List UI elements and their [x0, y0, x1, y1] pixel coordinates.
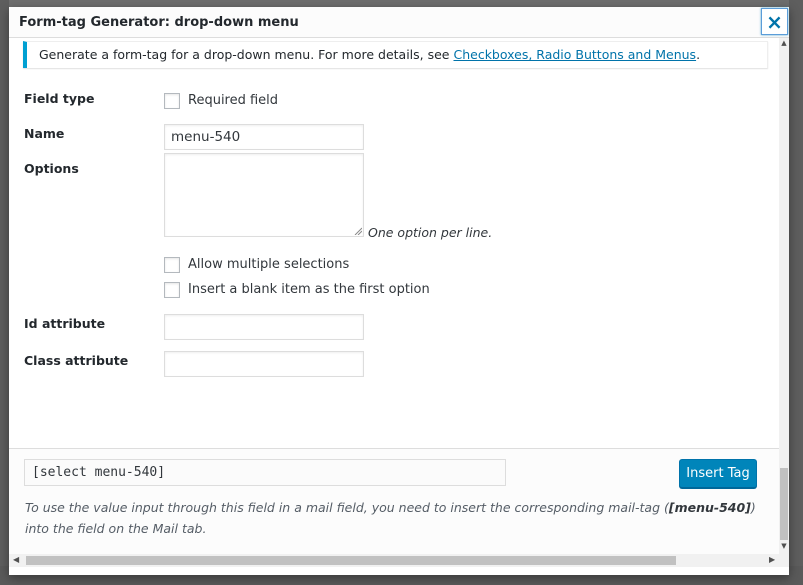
horizontal-scrollbar[interactable]: ◀ ▶: [9, 554, 789, 567]
dialog-footer: [select menu-540] Insert Tag To use the …: [9, 448, 779, 555]
allow-multiple-checkbox[interactable]: [164, 257, 180, 273]
scroll-right-arrow-icon[interactable]: ▶: [769, 555, 775, 564]
close-icon[interactable]: ×: [766, 10, 783, 34]
class-attribute-input[interactable]: [164, 351, 364, 377]
name-label: Name: [24, 126, 65, 141]
notice-text: Generate a form-tag for a drop-down menu…: [39, 47, 454, 62]
scroll-left-arrow-icon[interactable]: ◀: [13, 555, 19, 564]
required-field-label[interactable]: Required field: [188, 93, 278, 108]
options-textarea[interactable]: [164, 153, 364, 237]
notice-link[interactable]: Checkboxes, Radio Buttons and Menus: [453, 47, 696, 62]
dialog-title: Form-tag Generator: drop-down menu: [19, 15, 299, 30]
note-text-before: To use the value input through this fiel…: [25, 500, 669, 515]
insert-blank-item-checkbox[interactable]: [164, 282, 180, 298]
vertical-scrollbar[interactable]: ▲ ▼: [779, 38, 789, 554]
note-mail-tag: [menu-540]: [668, 500, 751, 515]
class-attribute-label: Class attribute: [24, 353, 129, 368]
required-field-checkbox[interactable]: [164, 93, 180, 109]
id-attribute-label: Id attribute: [24, 316, 106, 331]
scroll-down-arrow-icon[interactable]: ▼: [779, 542, 789, 550]
insert-blank-item-label[interactable]: Insert a blank item as the first option: [188, 282, 430, 297]
name-input[interactable]: menu-540: [164, 124, 364, 150]
dialog-content: Generate a form-tag for a drop-down menu…: [9, 38, 779, 448]
vertical-scrollbar-thumb[interactable]: [780, 468, 788, 540]
horizontal-scrollbar-thumb[interactable]: [26, 556, 676, 565]
allow-multiple-label[interactable]: Allow multiple selections: [188, 257, 349, 272]
options-label: Options: [24, 161, 79, 176]
dialog-titlebar: Form-tag Generator: drop-down menu ×: [9, 7, 789, 38]
form-tag-generator-dialog: Form-tag Generator: drop-down menu × Gen…: [9, 7, 789, 575]
generated-tag-field[interactable]: [select menu-540]: [24, 459, 506, 486]
background-page-left: [0, 0, 9, 585]
options-hint: One option per line.: [368, 225, 493, 240]
field-type-label: Field type: [24, 91, 95, 106]
background-page-right: [789, 0, 803, 585]
info-notice: Generate a form-tag for a drop-down menu…: [23, 41, 768, 68]
insert-tag-button[interactable]: Insert Tag: [679, 459, 757, 488]
id-attribute-input[interactable]: [164, 314, 364, 340]
mail-tag-note: To use the value input through this fiel…: [25, 497, 765, 539]
resize-grip-icon[interactable]: [354, 227, 362, 235]
scroll-up-arrow-icon[interactable]: ▲: [779, 39, 789, 47]
notice-suffix: .: [696, 47, 701, 62]
close-button[interactable]: ×: [761, 8, 788, 35]
